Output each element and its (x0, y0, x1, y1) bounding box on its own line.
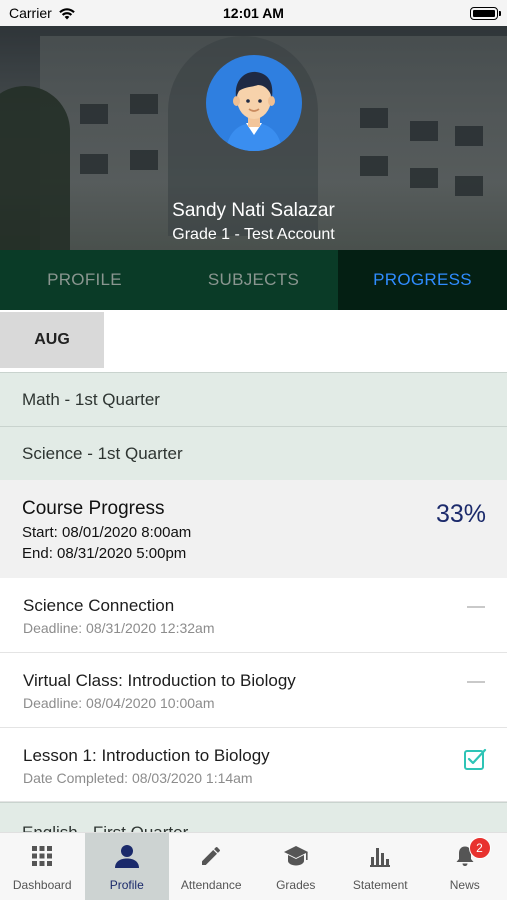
task-row[interactable]: Virtual Class: Introduction to Biology D… (0, 653, 507, 728)
checkbox-checked-icon[interactable] (463, 747, 487, 771)
task-title: Virtual Class: Introduction to Biology (23, 671, 296, 690)
nav-label: News (449, 878, 480, 892)
screen: Carrier 12:01 AM Sandy Nati Salazar Grad… (0, 0, 507, 900)
tab-profile[interactable]: PROFILE (0, 250, 169, 310)
course-end-date: End: 08/31/2020 5:00pm (22, 545, 187, 562)
notification-badge: 2 (468, 837, 491, 859)
user-subtitle: Grade 1 - Test Account (172, 226, 335, 243)
nav-label: Statement (352, 878, 408, 892)
person-icon (114, 843, 140, 869)
avatar[interactable] (206, 55, 302, 151)
avatar-person-icon (226, 71, 282, 151)
nav-label: Dashboard (12, 878, 72, 892)
nav-label: Attendance (180, 878, 242, 892)
pencil-icon (198, 843, 224, 869)
nav-news[interactable]: News 2 (423, 833, 507, 900)
nav-attendance[interactable]: Attendance (169, 833, 254, 900)
nav-statement[interactable]: Statement (338, 833, 423, 900)
dash-icon (467, 606, 485, 608)
task-completed-date: Date Completed: 08/03/2020 1:14am (23, 770, 253, 786)
nav-profile[interactable]: Profile (84, 833, 169, 900)
course-progress-card: Course Progress Start: 08/01/2020 8:00am… (0, 480, 507, 578)
user-name: Sandy Nati Salazar (172, 200, 335, 221)
month-button-aug[interactable]: AUG (0, 312, 104, 368)
month-selector: AUG (0, 310, 507, 372)
profile-header: Sandy Nati Salazar Grade 1 - Test Accoun… (0, 26, 507, 250)
task-row[interactable]: Science Connection Deadline: 08/31/2020 … (0, 578, 507, 653)
subject-row-math[interactable]: Math - 1st Quarter (0, 372, 507, 426)
tab-progress[interactable]: PROGRESS (338, 250, 507, 310)
task-deadline: Deadline: 08/04/2020 10:00am (23, 695, 215, 711)
task-row[interactable]: Lesson 1: Introduction to Biology Date C… (0, 728, 507, 802)
nav-label: Grades (276, 878, 316, 892)
grid-icon (29, 843, 55, 869)
bottom-navigation: Dashboard Profile Attendance Grades Stat… (0, 832, 507, 900)
bar-chart-icon (367, 843, 393, 869)
nav-label: Profile (109, 878, 144, 892)
task-deadline: Deadline: 08/31/2020 12:32am (23, 620, 215, 636)
course-progress-title: Course Progress (22, 498, 165, 519)
course-start-date: Start: 08/01/2020 8:00am (22, 524, 192, 541)
status-time: 12:01 AM (223, 5, 284, 21)
course-progress-percent: 33% (435, 500, 486, 528)
battery-icon (470, 7, 501, 20)
dash-icon (467, 681, 485, 683)
tab-subjects[interactable]: SUBJECTS (169, 250, 338, 310)
graduation-cap-icon (283, 843, 309, 869)
tab-bar: PROFILE SUBJECTS PROGRESS (0, 250, 507, 310)
task-title: Science Connection (23, 596, 175, 615)
nav-grades[interactable]: Grades (254, 833, 339, 900)
task-title: Lesson 1: Introduction to Biology (23, 746, 270, 765)
nav-dashboard[interactable]: Dashboard (0, 833, 85, 900)
subject-row-science[interactable]: Science - 1st Quarter (0, 426, 507, 480)
status-bar: Carrier 12:01 AM (0, 0, 507, 26)
